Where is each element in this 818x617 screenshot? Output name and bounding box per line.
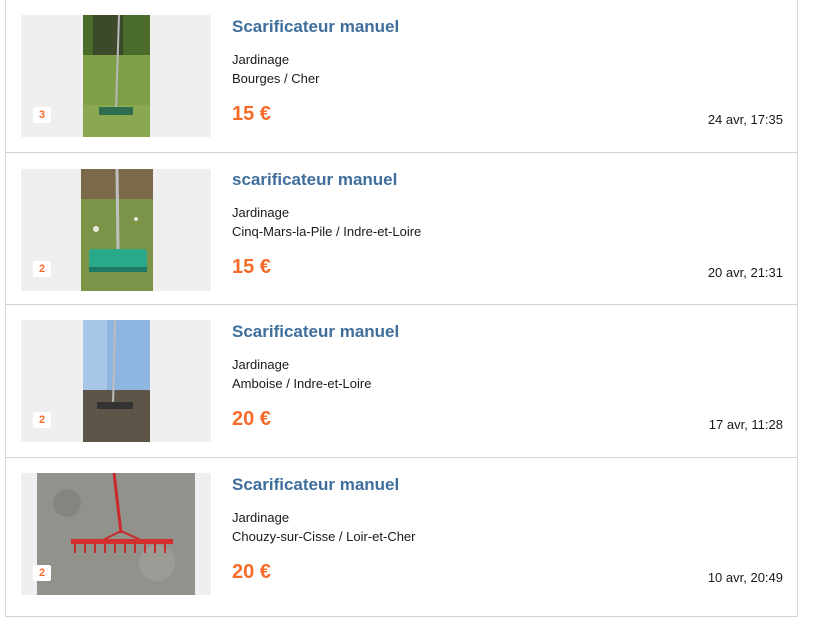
listing-list: 3 Scarificateur manuel Jardinage Bourges… xyxy=(5,0,798,617)
listing-date: 24 avr, 17:35 xyxy=(707,112,783,127)
listing-title[interactable]: scarificateur manuel xyxy=(232,170,397,190)
listing-location: Bourges / Cher xyxy=(232,71,320,86)
listing-date: 10 avr, 20:49 xyxy=(707,570,783,585)
listing-date: 20 avr, 21:31 xyxy=(707,265,783,280)
photo-count-badge: 2 xyxy=(33,412,51,428)
photo-count-badge: 3 xyxy=(33,107,51,123)
listing-category: Jardinage xyxy=(232,510,290,525)
listing-price: 20 € xyxy=(232,408,271,430)
listing-date: 17 avr, 11:28 xyxy=(708,417,783,432)
listing-price: 20 € xyxy=(232,561,271,583)
listing-item[interactable]: 2 Scarificateur manuel Jardinage Amboise… xyxy=(6,305,797,458)
listing-thumbnail[interactable]: 2 xyxy=(21,169,211,291)
listing-category: Jardinage xyxy=(232,52,290,67)
listing-thumbnail[interactable]: 2 xyxy=(21,473,211,595)
photo-count-badge: 2 xyxy=(33,261,51,277)
listing-item[interactable]: 3 Scarificateur manuel Jardinage Bourges… xyxy=(6,0,797,153)
listing-location: Chouzy-sur-Cisse / Loir-et-Cher xyxy=(232,529,416,544)
listing-thumbnail[interactable]: 3 xyxy=(21,15,211,137)
listing-location: Amboise / Indre-et-Loire xyxy=(232,376,372,391)
listing-price: 15 € xyxy=(232,103,271,125)
listing-location: Cinq-Mars-la-Pile / Indre-et-Loire xyxy=(232,224,422,239)
photo-count-badge: 2 xyxy=(33,565,51,581)
listing-title[interactable]: Scarificateur manuel xyxy=(232,475,399,495)
listing-thumbnail[interactable]: 2 xyxy=(21,320,211,442)
listing-title[interactable]: Scarificateur manuel xyxy=(232,17,399,37)
listing-price: 15 € xyxy=(232,256,271,278)
listing-photo xyxy=(83,15,150,137)
listing-photo xyxy=(83,320,150,442)
listing-item[interactable]: 2 scarificateur manuel Jardinage Cinq-Ma… xyxy=(6,153,797,305)
listing-title[interactable]: Scarificateur manuel xyxy=(232,322,399,342)
listing-photo xyxy=(37,473,195,595)
listing-category: Jardinage xyxy=(232,357,290,372)
listing-category: Jardinage xyxy=(232,205,290,220)
listing-photo xyxy=(81,169,153,291)
listing-item[interactable]: 2 Scarificateur manuel Jardinage Chouzy-… xyxy=(6,458,797,617)
